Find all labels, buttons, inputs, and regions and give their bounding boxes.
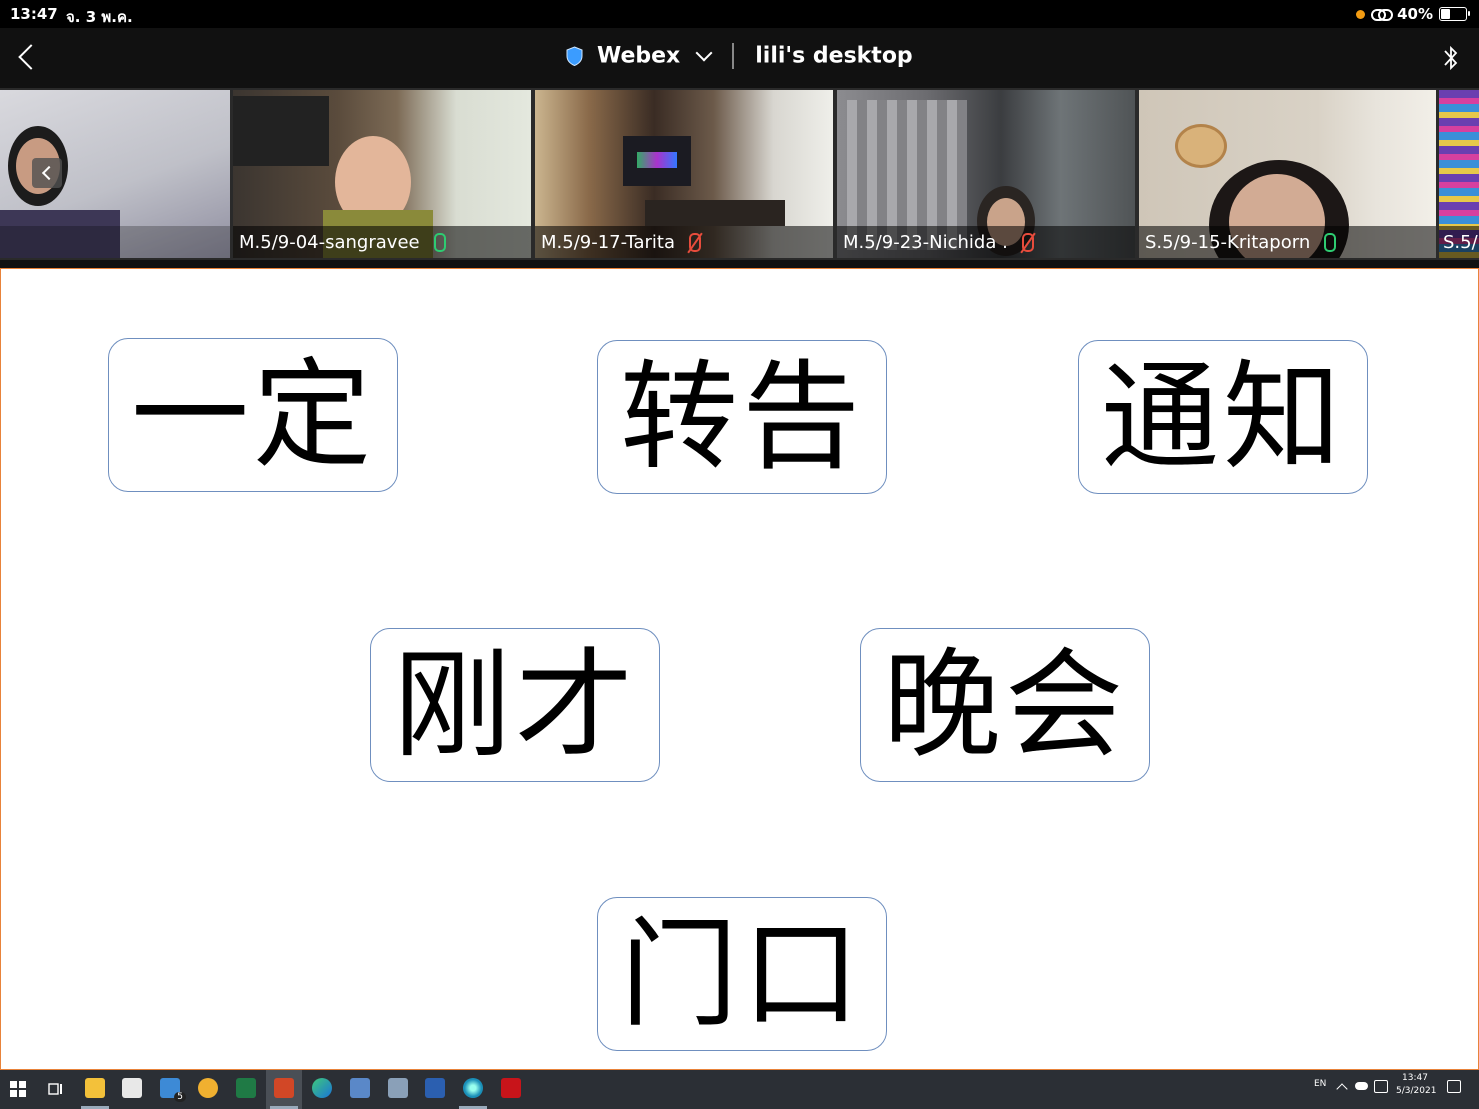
mic-muted-icon (1021, 232, 1034, 252)
bluetooth-icon[interactable] (1441, 42, 1461, 74)
participant-label: S.5/ (1439, 226, 1479, 258)
webex-icon[interactable] (463, 1078, 483, 1098)
mail-badge: 5 (174, 1092, 186, 1102)
participant-tile[interactable]: M.5/9-04-sangravee (233, 90, 531, 258)
word-card: 晚会 (860, 628, 1150, 782)
word-card: 一定 (108, 338, 398, 492)
cloud-icon[interactable] (1355, 1082, 1368, 1090)
word-card: 刚才 (370, 628, 660, 782)
word-icon[interactable] (425, 1078, 445, 1098)
notifications-icon[interactable] (1447, 1080, 1461, 1093)
store-icon[interactable] (122, 1078, 142, 1098)
participant-video (1175, 124, 1227, 168)
edge-icon[interactable] (312, 1078, 332, 1098)
shield-icon (566, 46, 583, 66)
participant-tile[interactable]: M.5/9-17-Tarita (535, 90, 833, 258)
mail-icon[interactable]: 5 (160, 1078, 186, 1102)
app-name-dropdown[interactable]: Webex (597, 44, 680, 69)
participant-name: M.5/9-23-Nichida . (843, 231, 1008, 253)
word-card: 门口 (597, 897, 887, 1051)
chevron-down-icon[interactable] (695, 44, 713, 62)
link-icon (1371, 8, 1394, 21)
word-card: 通知 (1078, 340, 1368, 494)
participant-tile[interactable]: M.5/9-23-Nichida . (837, 90, 1135, 258)
excel-icon[interactable] (236, 1078, 256, 1098)
mic-on-icon (433, 232, 446, 252)
participant-label: M.5/9-23-Nichida . (837, 226, 1135, 258)
chevron-up-icon[interactable] (1336, 1083, 1348, 1095)
qq-icon[interactable] (198, 1078, 218, 1098)
windows-start-icon[interactable] (10, 1081, 26, 1097)
status-date: จ. 3 พ.ค. (66, 8, 133, 26)
participant-label: M.5/9-17-Tarita (535, 226, 833, 258)
mic-muted-icon (689, 232, 701, 252)
status-time: 13:47 (10, 5, 58, 23)
calculator-icon[interactable] (350, 1078, 370, 1098)
participant-video (233, 96, 329, 166)
strip-previous-button[interactable] (32, 158, 62, 188)
participant-tile[interactable]: S.5/9-15-Kritaporn (1139, 90, 1436, 258)
acrobat-icon[interactable] (501, 1078, 521, 1098)
participant-tile[interactable]: S.5/ (1439, 90, 1479, 258)
participant-name: M.5/9-04-sangravee (239, 231, 420, 253)
file-explorer-icon[interactable] (85, 1078, 105, 1098)
powerpoint-icon[interactable] (274, 1078, 294, 1098)
windows-taskbar: 5 EN 13:47 5/3/2021 (0, 1070, 1479, 1109)
participant-label: M.5/9-04-sangravee (233, 226, 531, 258)
participant-name: M.5/9-17-Tarita (541, 231, 675, 253)
word-card: 转告 (597, 340, 887, 494)
participant-name: S.5/9-15-Kritaporn (1145, 231, 1311, 253)
taskbar-clock-time[interactable]: 13:47 (1402, 1073, 1428, 1083)
participant-strip: M.5/9-04-sangravee M.5/9-17-Tarita M.5/9… (0, 88, 1479, 260)
battery-fill (1441, 9, 1450, 19)
participant-label (0, 226, 230, 258)
status-bar: 13:47 จ. 3 พ.ค. 40% (0, 0, 1479, 28)
mic-in-use-dot-icon (1356, 9, 1366, 19)
header-title-group: Webex lili's desktop (0, 43, 1479, 69)
network-icon[interactable] (1374, 1080, 1388, 1093)
task-view-icon[interactable] (48, 1081, 64, 1097)
taskbar-clock-date[interactable]: 5/3/2021 (1396, 1086, 1436, 1096)
participant-video (637, 152, 677, 168)
battery-percent: 40% (1397, 5, 1433, 23)
meeting-header: Webex lili's desktop (0, 28, 1479, 88)
remote-desktop-icon[interactable] (388, 1078, 408, 1098)
session-title: lili's desktop (755, 43, 913, 69)
language-indicator[interactable]: EN (1314, 1079, 1326, 1089)
shared-slide: 一定 转告 通知 刚才 晚会 门口 (0, 268, 1479, 1070)
battery-icon (1439, 7, 1470, 21)
participant-name: S.5/ (1443, 231, 1478, 253)
header-divider (731, 43, 734, 69)
participant-video (645, 200, 785, 226)
status-indicators: 40% (1356, 4, 1470, 24)
participant-label: S.5/9-15-Kritaporn (1139, 226, 1436, 258)
mic-on-icon (1324, 232, 1337, 252)
